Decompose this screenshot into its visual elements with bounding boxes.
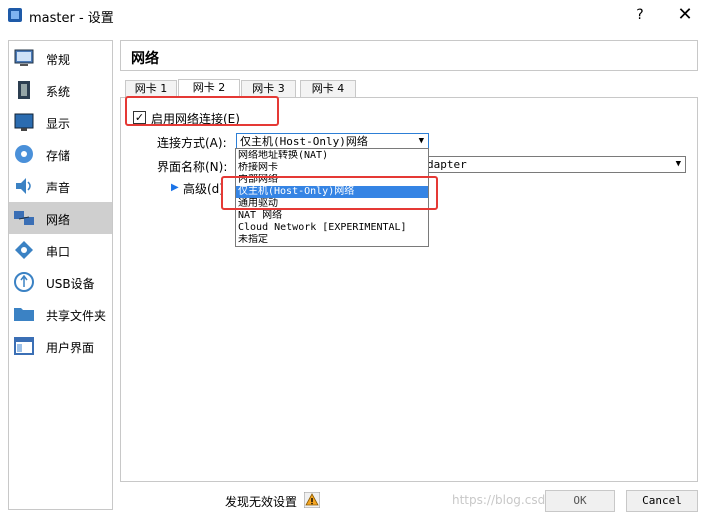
cancel-button[interactable]: Cancel [626, 490, 698, 512]
tab-adapter-1[interactable]: 网卡 1 [125, 80, 177, 97]
network-icon [14, 211, 34, 225]
shared-folder-icon [14, 308, 34, 321]
display-icon [14, 113, 34, 131]
title-bar: master - 设置 ? ✕ [0, 0, 705, 30]
chevron-down-icon: ▼ [418, 136, 424, 146]
sidebar-item-label: 声音 [46, 181, 71, 195]
sidebar-item-display[interactable]: 显示 [9, 106, 112, 138]
window-title: master - 设置 [29, 11, 114, 26]
page-title: 网络 [131, 51, 159, 67]
sidebar-item-label: 网络 [46, 213, 71, 227]
sidebar-item-label: 系统 [46, 85, 71, 99]
sidebar-item-label: 显示 [46, 117, 71, 131]
tab-adapter-3[interactable]: 网卡 3 [241, 80, 296, 97]
annotation-highlight-enable [125, 96, 279, 126]
invalid-settings-label: 发现无效设置 [225, 495, 298, 509]
interface-name-value: dapter [427, 158, 467, 171]
chevron-down-icon: ▼ [675, 159, 681, 169]
dropdown-option-not-attached[interactable]: 未指定 [236, 234, 428, 246]
dropdown-option-nat[interactable]: 网络地址转换(NAT) [236, 150, 428, 162]
sidebar-item-system[interactable]: 系统 [9, 74, 112, 106]
sidebar-item-label: 常规 [46, 53, 71, 67]
sidebar-item-user-interface[interactable]: 用户界面 [9, 330, 112, 362]
interface-name-label: 界面名称(N): [157, 160, 228, 174]
attach-type-value: 仅主机(Host-Only)网络 [240, 135, 368, 148]
serial-port-icon [15, 241, 33, 259]
tab-adapter-2[interactable]: 网卡 2 [178, 79, 240, 97]
ok-button[interactable]: OK [545, 490, 615, 512]
attach-type-label: 连接方式(A): [157, 136, 227, 150]
close-button[interactable]: ✕ [674, 4, 696, 26]
sidebar-item-general[interactable]: 常规 [9, 42, 112, 74]
virtualbox-app-icon [8, 8, 22, 22]
sidebar-item-shared-folders[interactable]: 共享文件夹 [9, 298, 112, 330]
sidebar-item-audio[interactable]: 声音 [9, 170, 112, 202]
warning-icon[interactable] [304, 492, 320, 508]
usb-icon [14, 272, 34, 292]
annotation-highlight-host-only [221, 176, 438, 210]
sidebar-item-label: 存储 [46, 149, 71, 163]
general-icon [14, 49, 34, 66]
sidebar-item-label: 串口 [46, 245, 71, 259]
system-icon [18, 81, 30, 99]
dropdown-option-bridged[interactable]: 桥接网卡 [236, 162, 428, 174]
user-interface-icon [14, 337, 34, 355]
expand-arrow-icon[interactable]: ▶ [171, 182, 179, 193]
sidebar-item-label: 用户界面 [46, 341, 95, 355]
audio-icon [16, 178, 31, 194]
settings-sidebar: 常规 系统 显示 存储 声音 网络 串口 USB设备 共享文件夹 用户界面 [8, 40, 113, 510]
advanced-toggle[interactable]: 高级(d) [183, 180, 224, 197]
section-header: 网络 [120, 40, 698, 71]
sidebar-item-label: USB设备 [46, 277, 95, 291]
sidebar-item-usb[interactable]: USB设备 [9, 266, 112, 298]
storage-icon [15, 145, 33, 163]
sidebar-item-serial-port[interactable]: 串口 [9, 234, 112, 266]
sidebar-item-network[interactable]: 网络 [9, 202, 112, 234]
sidebar-item-storage[interactable]: 存储 [9, 138, 112, 170]
dropdown-option-nat-network[interactable]: NAT 网络 [236, 210, 428, 222]
tab-adapter-4[interactable]: 网卡 4 [300, 80, 356, 97]
help-button[interactable]: ? [630, 5, 650, 25]
sidebar-item-label: 共享文件夹 [46, 309, 107, 323]
dropdown-option-cloud-network[interactable]: Cloud Network [EXPERIMENTAL] [236, 222, 428, 234]
